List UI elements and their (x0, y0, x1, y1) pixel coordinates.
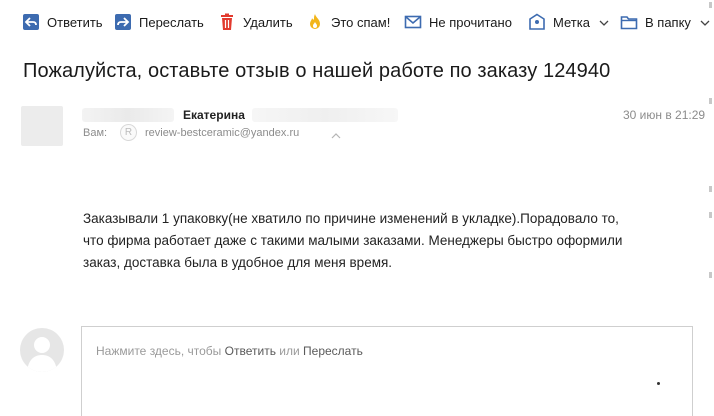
quick-reply-prompt[interactable]: Нажмите здесь, чтобы Ответить или Пересл… (96, 344, 363, 358)
quick-reply-link[interactable]: Ответить (225, 344, 276, 358)
fire-icon (306, 13, 324, 31)
move-to-folder-dropdown[interactable]: В папку (620, 10, 710, 34)
envelope-icon (404, 13, 422, 31)
spam-label: Это спам! (331, 14, 391, 30)
delete-button[interactable]: Удалить (218, 10, 293, 34)
folder-label: В папку (645, 14, 691, 30)
recipient-email[interactable]: review-bestceramic@yandex.ru (145, 127, 299, 139)
label-dropdown[interactable]: Метка (528, 10, 609, 34)
user-silhouette-icon (27, 337, 57, 372)
label-label: Метка (553, 14, 590, 30)
sender-name[interactable]: Екатерина (183, 108, 245, 122)
sender-name-redacted (82, 108, 174, 122)
reply-icon (22, 13, 40, 31)
reply-label: Ответить (47, 14, 103, 30)
scrollbar[interactable] (700, 0, 714, 416)
recipient-label: Вам: (83, 127, 108, 139)
chevron-up-icon[interactable] (330, 128, 342, 139)
forward-icon (114, 13, 132, 31)
sender-address-redacted (252, 108, 398, 122)
quick-reply-box[interactable]: Нажмите здесь, чтобы Ответить или Пересл… (81, 326, 693, 416)
message-date: 30 июн в 21:29 (623, 108, 706, 122)
message-toolbar: Ответить Переслать Удалить Это спам! Не … (0, 0, 714, 44)
message-body: Заказывали 1 упаковку(не хватило по прич… (83, 208, 683, 274)
sender-avatar[interactable] (21, 106, 63, 146)
body-line: что фирма работает даже с такими малыми … (83, 233, 623, 248)
delete-label: Удалить (243, 14, 293, 30)
forward-label: Переслать (139, 14, 204, 30)
quick-reply-prefix: Нажмите здесь, чтобы (96, 344, 225, 358)
spam-button[interactable]: Это спам! (306, 10, 390, 34)
tag-icon (528, 13, 546, 31)
body-line: заказ, доставка была в удобное для меня … (83, 255, 393, 270)
unread-label: Не прочитано (429, 14, 512, 30)
folder-icon (620, 13, 638, 31)
chevron-down-icon (599, 15, 609, 30)
mark-unread-button[interactable]: Не прочитано (404, 10, 512, 34)
quick-reply-or: или (275, 344, 304, 358)
forward-button[interactable]: Переслать (114, 10, 204, 34)
body-line: Заказывали 1 упаковку(не хватило по прич… (83, 211, 619, 226)
message-subject: Пожалуйста, оставьте отзыв о нашей работ… (23, 60, 611, 82)
recipient-avatar: R (120, 124, 137, 141)
reply-button[interactable]: Ответить (22, 10, 103, 34)
user-avatar (20, 328, 64, 372)
cursor-dot (657, 382, 660, 385)
quick-forward-link[interactable]: Переслать (303, 344, 363, 358)
trash-icon (218, 13, 236, 31)
